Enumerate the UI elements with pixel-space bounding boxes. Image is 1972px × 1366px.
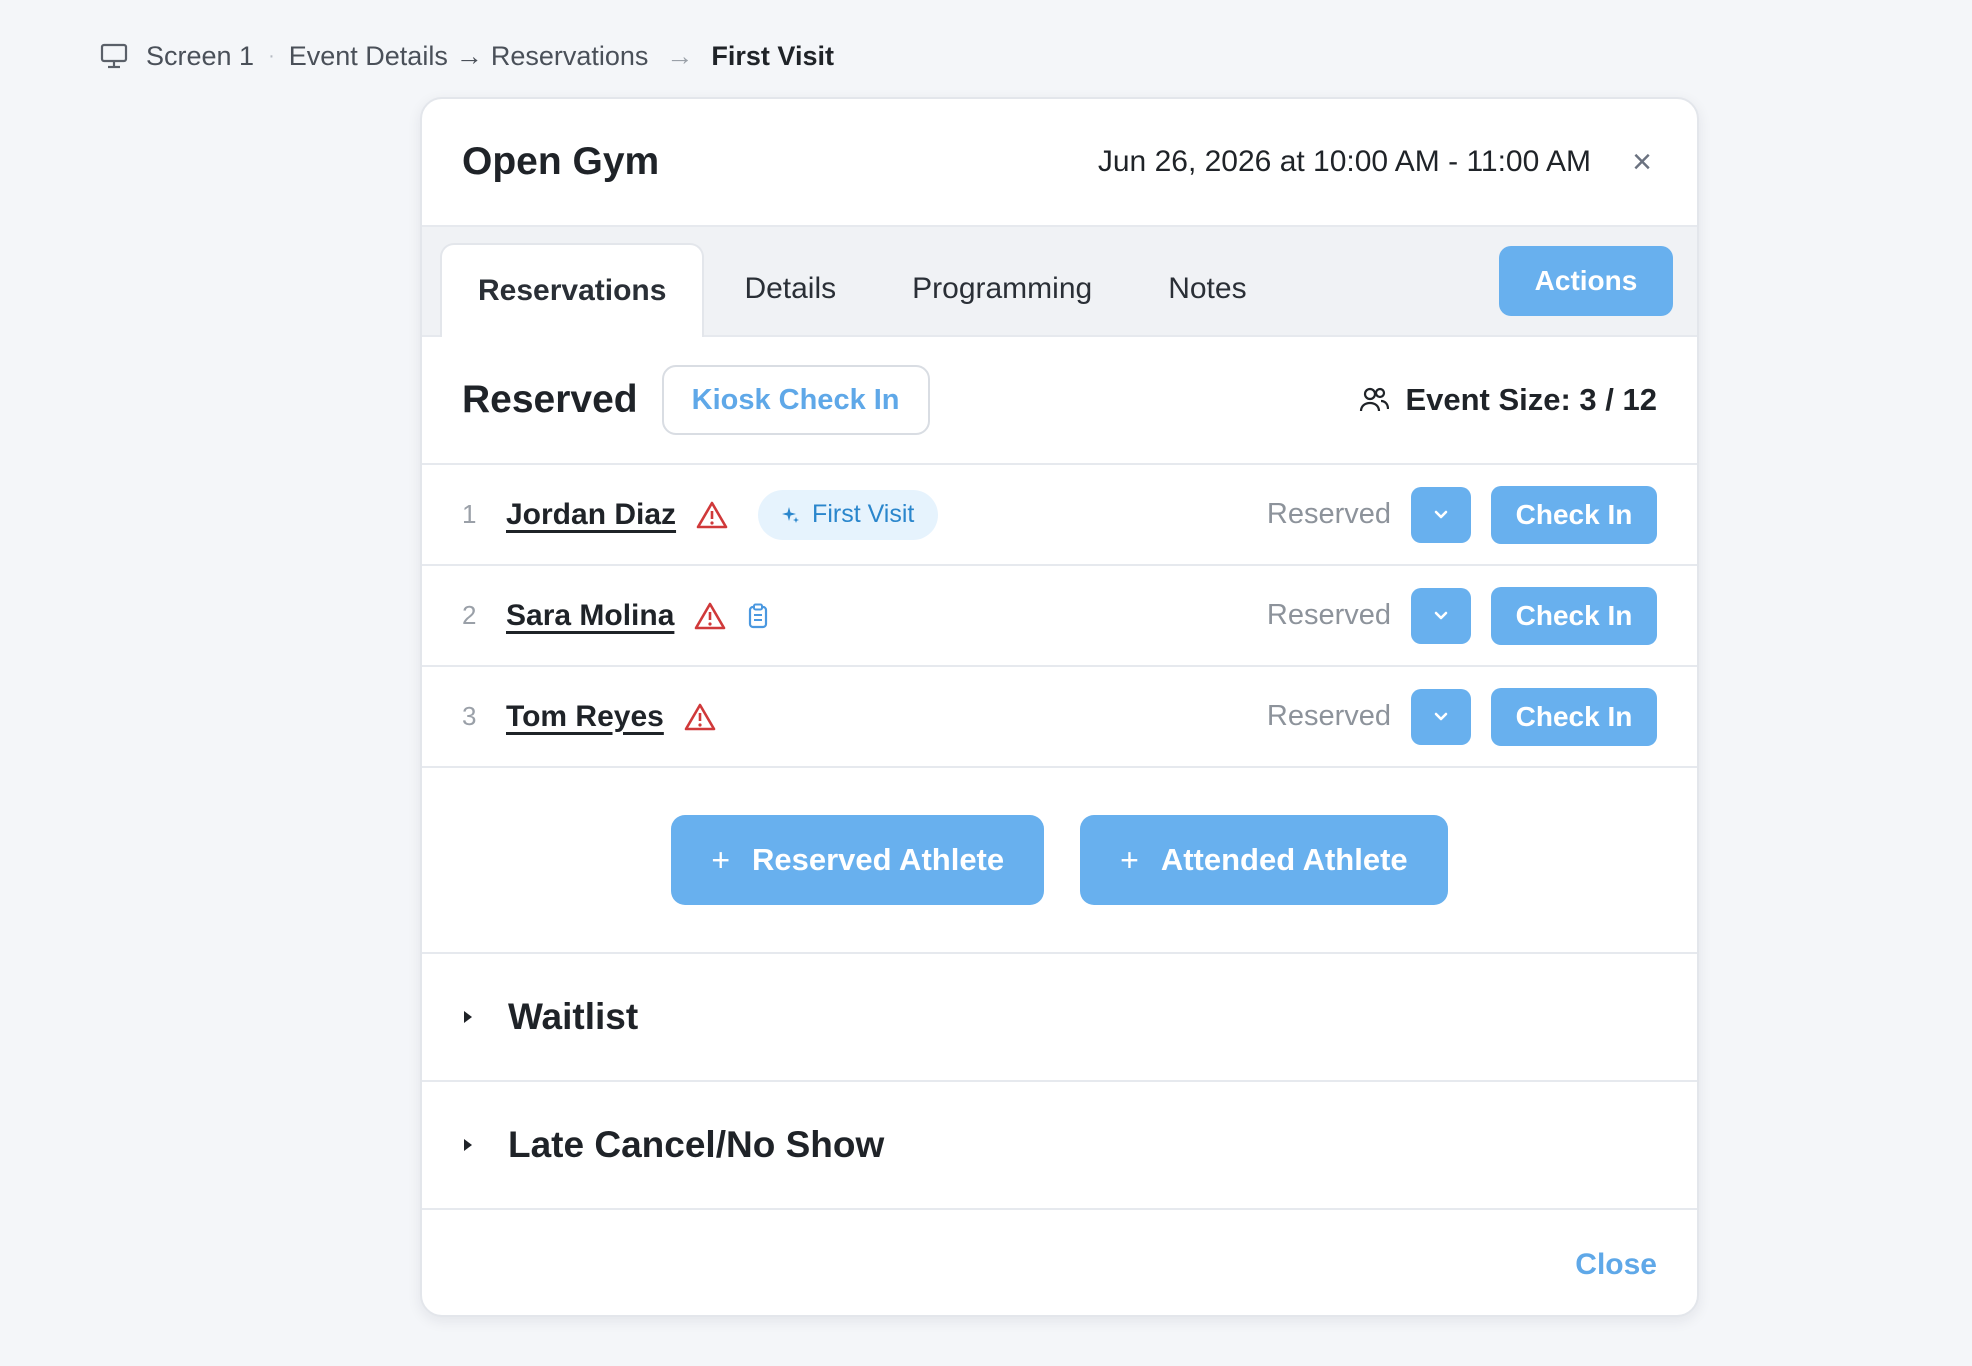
warning-icon[interactable] (696, 501, 728, 529)
athlete-row: 2 Sara Molina Reserved Check In (422, 566, 1697, 667)
reserved-title: Reserved (462, 378, 638, 421)
modal-footer: Close (422, 1210, 1697, 1315)
chevron-down-icon (1434, 611, 1448, 619)
actions-button[interactable]: Actions (1499, 246, 1673, 316)
tab-reservations[interactable]: Reservations (440, 243, 705, 337)
reservation-status: Reserved (1266, 498, 1391, 530)
plus-icon: + (1120, 841, 1139, 878)
breadcrumb-event-details[interactable]: Event Details (289, 41, 448, 72)
waitlist-section-toggle[interactable]: Waitlist (422, 954, 1697, 1082)
waitlist-title: Waitlist (508, 996, 639, 1037)
kiosk-check-in-button[interactable]: Kiosk Check In (661, 365, 930, 435)
late-cancel-title: Late Cancel/No Show (508, 1124, 885, 1165)
first-visit-badge: First Visit (758, 489, 939, 540)
event-modal: Open Gym Jun 26, 2026 at 10:00 AM - 11:0… (420, 97, 1699, 1317)
add-attended-athlete-label: Attended Athlete (1160, 842, 1408, 877)
row-number: 3 (462, 701, 477, 731)
check-in-button[interactable]: Check In (1491, 586, 1657, 645)
warning-icon[interactable] (684, 703, 716, 731)
first-visit-label: First Visit (812, 500, 915, 528)
athlete-row: 1 Jordan Diaz First Visit Reserved Check… (422, 465, 1697, 566)
add-attended-athlete-button[interactable]: + Attended Athlete (1080, 815, 1448, 905)
row-actions: Reserved Check In (1266, 687, 1657, 746)
reserved-header: Reserved Kiosk Check In Event Size: 3 / … (422, 337, 1697, 465)
late-cancel-section-toggle[interactable]: Late Cancel/No Show (422, 1082, 1697, 1210)
status-dropdown-button[interactable] (1411, 587, 1471, 644)
breadcrumb-current: First Visit (711, 40, 834, 71)
row-actions: Reserved Check In (1266, 586, 1657, 645)
chevron-down-icon (1434, 510, 1448, 518)
event-datetime: Jun 26, 2026 at 10:00 AM - 11:00 AM (1097, 145, 1591, 178)
tab-programming[interactable]: Programming (876, 243, 1128, 335)
row-number: 2 (462, 600, 477, 630)
tabs-bar: Reservations Details Programming Notes A… (422, 227, 1697, 337)
close-icon[interactable]: × (1627, 143, 1657, 182)
reservation-status: Reserved (1266, 599, 1391, 631)
add-reserved-athlete-label: Reserved Athlete (752, 842, 1005, 877)
clipboard-icon[interactable] (748, 603, 768, 629)
event-size: Event Size: 3 / 12 (1359, 382, 1657, 418)
breadcrumb-separator: · (268, 44, 275, 67)
breadcrumb-screen[interactable]: Screen 1 (146, 41, 254, 72)
breadcrumb: Screen 1 · Event Details → Reservations … (100, 38, 834, 74)
add-athlete-row: + Reserved Athlete + Attended Athlete (422, 768, 1697, 954)
sparkle-icon (782, 506, 800, 524)
add-reserved-athlete-button[interactable]: + Reserved Athlete (671, 815, 1045, 905)
check-in-button[interactable]: Check In (1491, 485, 1657, 544)
athlete-name-link[interactable]: Sara Molina (506, 599, 674, 633)
reservation-status: Reserved (1266, 700, 1391, 732)
check-in-button[interactable]: Check In (1491, 687, 1657, 746)
monitor-icon (100, 41, 130, 71)
people-icon (1359, 386, 1390, 414)
tab-notes[interactable]: Notes (1132, 243, 1282, 335)
chevron-down-icon (1434, 712, 1448, 720)
breadcrumb-arrow-2: → (666, 40, 694, 71)
row-actions: Reserved Check In (1266, 485, 1657, 544)
tab-details[interactable]: Details (708, 243, 872, 335)
athlete-name-link[interactable]: Jordan Diaz (506, 498, 676, 532)
close-button[interactable]: Close (1575, 1248, 1657, 1282)
modal-header: Open Gym Jun 26, 2026 at 10:00 AM - 11:0… (422, 99, 1697, 227)
event-size-label: Event Size: 3 / 12 (1405, 382, 1657, 417)
plus-icon: + (711, 841, 730, 878)
athlete-row: 3 Tom Reyes Reserved Check In (422, 667, 1697, 768)
breadcrumb-reservations[interactable]: Reservations (491, 41, 649, 72)
row-number: 1 (462, 499, 477, 529)
caret-right-icon (462, 1010, 508, 1024)
warning-icon[interactable] (694, 602, 726, 630)
modal-title: Open Gym (462, 140, 660, 183)
breadcrumb-arrow: → (455, 40, 483, 71)
status-dropdown-button[interactable] (1411, 486, 1471, 543)
athlete-name-link[interactable]: Tom Reyes (506, 700, 664, 734)
status-dropdown-button[interactable] (1411, 688, 1471, 745)
caret-right-icon (462, 1138, 508, 1152)
